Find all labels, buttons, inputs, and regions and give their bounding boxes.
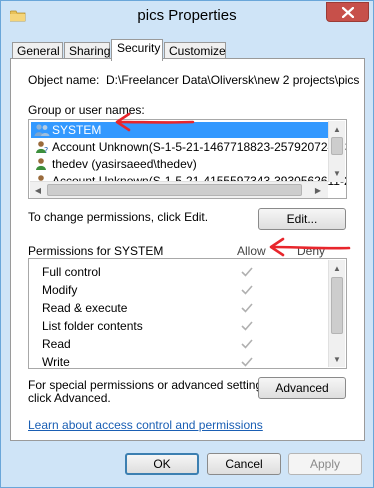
permission-full-control: Full control: [42, 265, 101, 279]
edit-button[interactable]: Edit...: [258, 208, 346, 230]
advanced-hint-line1: For special permissions or advanced sett…: [28, 378, 272, 392]
group-list-horizontal-scrollbar[interactable]: ◀ ▶: [30, 181, 328, 198]
tab-security[interactable]: Security: [111, 39, 163, 61]
scroll-up-icon[interactable]: ▲: [329, 260, 345, 276]
list-item-label: thedev (yasirsaeed\thedev): [52, 157, 197, 171]
annotation-arrow-icon: [269, 237, 351, 257]
allow-check-icon: [241, 267, 253, 277]
scroll-up-icon[interactable]: ▲: [329, 121, 345, 137]
user-icon: [36, 158, 46, 170]
allow-column-header: Allow: [237, 244, 266, 258]
title-bar[interactable]: pics Properties: [1, 1, 373, 32]
allow-check-icon: [241, 285, 253, 295]
group-list-vertical-scrollbar[interactable]: ▲ ▼: [328, 121, 345, 182]
apply-button[interactable]: Apply: [288, 453, 362, 475]
permissions-list[interactable]: Full control Modify Read & execute List …: [28, 258, 347, 369]
permission-read-execute: Read & execute: [42, 301, 128, 315]
permission-list-folder-contents: List folder contents: [42, 319, 143, 333]
scroll-right-icon[interactable]: ▶: [310, 182, 326, 198]
allow-check-icon: [241, 321, 253, 331]
advanced-button[interactable]: Advanced: [258, 377, 346, 399]
list-item-label: SYSTEM: [52, 123, 102, 137]
permissions-label: Permissions for SYSTEM: [28, 244, 164, 258]
edit-hint: To change permissions, click Edit.: [28, 210, 209, 224]
ok-button[interactable]: OK: [125, 453, 199, 475]
close-icon: [341, 6, 354, 18]
scroll-thumb[interactable]: [331, 277, 343, 334]
cancel-button[interactable]: Cancel: [207, 453, 281, 475]
permission-modify: Modify: [42, 283, 78, 297]
users-group-icon: [34, 124, 50, 136]
scroll-left-icon[interactable]: ◀: [30, 182, 46, 198]
allow-check-icon: [241, 357, 253, 367]
properties-window: pics Properties General Sharing Security…: [0, 0, 374, 488]
access-control-help-link[interactable]: Learn about access control and permissio…: [28, 418, 263, 432]
permissions-vertical-scrollbar[interactable]: ▲ ▼: [328, 260, 345, 367]
list-item-thedev[interactable]: thedev (yasirsaeed\thedev): [31, 156, 328, 172]
object-name-value: D:\Freelancer Data\Oliversk\new 2 projec…: [106, 73, 360, 87]
scroll-down-icon[interactable]: ▼: [329, 351, 345, 367]
allow-check-icon: [241, 339, 253, 349]
list-item-label: Account Unknown(S-1-5-21-1467718823-2579…: [52, 140, 347, 154]
object-name-label: Object name:: [28, 73, 100, 87]
list-item-account-unknown-1[interactable]: ? Account Unknown(S-1-5-21-1467718823-25…: [31, 139, 346, 155]
scroll-down-icon[interactable]: ▼: [329, 165, 345, 181]
permission-read: Read: [42, 337, 71, 351]
close-button[interactable]: [326, 2, 369, 22]
scroll-thumb[interactable]: [47, 184, 302, 196]
advanced-hint-line2: click Advanced.: [28, 391, 111, 405]
scroll-thumb[interactable]: [331, 137, 343, 155]
window-title: pics Properties: [137, 7, 237, 24]
allow-check-icon: [241, 303, 253, 313]
svg-text:?: ?: [44, 146, 48, 154]
permission-write: Write: [42, 355, 70, 369]
user-unknown-icon: ?: [36, 141, 48, 154]
annotation-arrow-icon: [115, 112, 195, 132]
